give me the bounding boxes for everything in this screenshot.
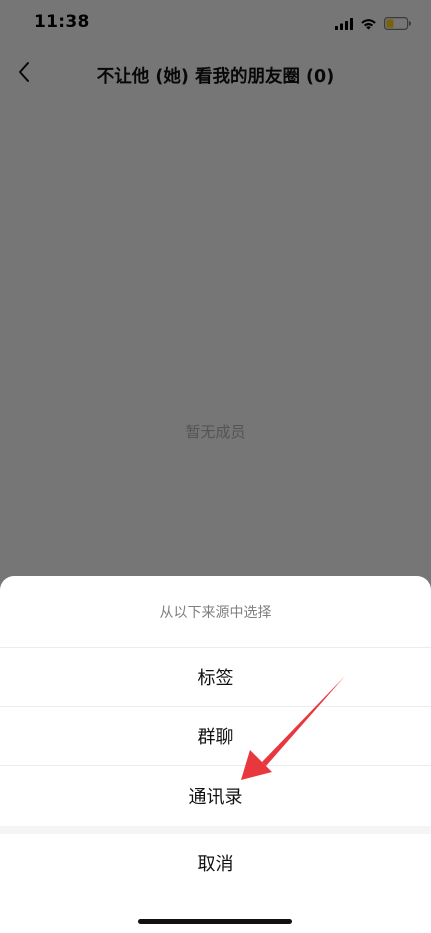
- action-sheet: 从以下来源中选择 标签 群聊 通讯录 取消: [0, 576, 431, 933]
- action-sheet-header: 从以下来源中选择: [0, 576, 431, 648]
- option-contacts[interactable]: 通讯录: [0, 766, 431, 825]
- cancel-button[interactable]: 取消: [0, 834, 431, 892]
- sheet-separator: [0, 826, 431, 834]
- home-indicator: [138, 919, 292, 924]
- option-group-chats[interactable]: 群聊: [0, 707, 431, 766]
- option-tags[interactable]: 标签: [0, 648, 431, 707]
